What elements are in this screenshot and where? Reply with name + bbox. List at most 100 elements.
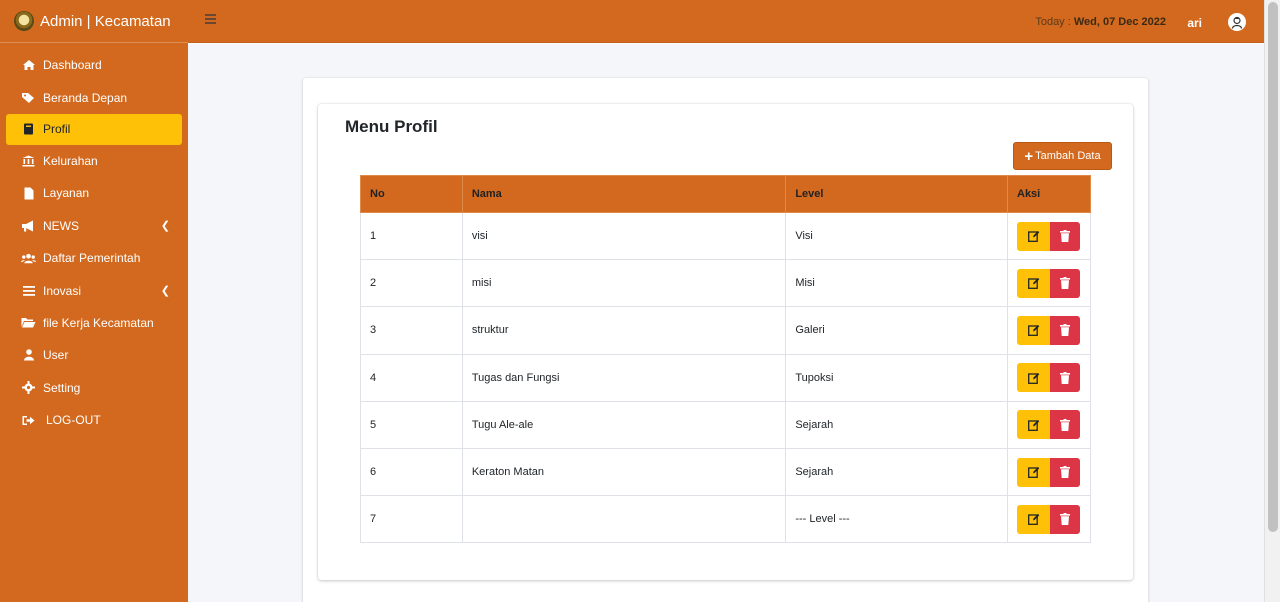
delete-button[interactable] — [1050, 457, 1080, 487]
sidebar-item-news[interactable]: NEWS ❮ — [0, 210, 188, 242]
user-avatar-icon[interactable] — [1228, 13, 1246, 31]
user-icon — [21, 349, 36, 361]
sidebar-item-setting[interactable]: Setting — [0, 372, 188, 404]
sidebar-item-label: Beranda Depan — [43, 90, 128, 105]
cell-actions — [1007, 211, 1091, 261]
sidebar-item-daftar-pemerintah[interactable]: Daftar Pemerintah — [0, 242, 188, 274]
cell-actions — [1007, 259, 1091, 308]
sidebar-item-label: Kelurahan — [43, 153, 98, 168]
sidebar-item-label: LOG-OUT — [46, 413, 101, 428]
edit-button[interactable] — [1017, 410, 1050, 440]
sidebar-item-user[interactable]: User — [0, 339, 188, 371]
sidebar-item-profil[interactable]: Profil — [6, 113, 182, 145]
edit-icon — [1027, 325, 1039, 337]
edit-icon — [1027, 231, 1039, 243]
tags-icon — [21, 92, 36, 104]
today-value: Wed, 07 Dec 2022 — [1073, 16, 1166, 28]
cell-nama — [461, 495, 787, 544]
sidebar-item-label: file Kerja Kecamatan — [43, 315, 154, 330]
add-data-label: Tambah Data — [1035, 150, 1101, 162]
sidebar-item-logout[interactable]: LOG-OUT — [0, 404, 188, 436]
cell-no: 7 — [360, 495, 463, 544]
sign-out-icon — [21, 415, 36, 426]
trash-icon — [1060, 418, 1070, 431]
trash-icon — [1060, 324, 1070, 337]
column-header-no[interactable]: No — [360, 175, 463, 213]
sidebar-item-kelurahan[interactable]: Kelurahan — [0, 145, 188, 177]
sidebar-item-beranda-depan[interactable]: Beranda Depan — [0, 81, 188, 113]
cell-actions — [1007, 447, 1091, 497]
delete-button[interactable] — [1050, 315, 1080, 345]
sidebar-item-inovasi[interactable]: Inovasi ❮ — [0, 274, 188, 306]
edit-button[interactable] — [1017, 221, 1050, 251]
delete-button[interactable] — [1050, 221, 1080, 251]
chevron-left-icon: ❮ — [160, 285, 170, 298]
book-icon — [21, 123, 36, 135]
cell-no: 2 — [360, 259, 463, 308]
edit-button[interactable] — [1017, 268, 1050, 298]
edit-icon — [1027, 514, 1039, 526]
page-title: Menu Profil — [345, 117, 438, 136]
delete-button[interactable] — [1050, 504, 1080, 534]
cell-level: Misi — [785, 259, 1008, 308]
folder-open-icon — [21, 317, 36, 328]
sidebar-item-dashboard[interactable]: Dashboard — [0, 49, 188, 81]
cell-no: 4 — [360, 353, 463, 402]
sidebar-item-label: Inovasi — [43, 283, 82, 298]
edit-button[interactable] — [1017, 315, 1050, 345]
today-date: Today : Wed, 07 Dec 2022 — [1035, 16, 1166, 28]
brand[interactable]: Admin | Kecamatan — [0, 0, 188, 43]
add-data-button[interactable]: + Tambah Data — [1013, 142, 1112, 170]
cell-no: 1 — [360, 211, 463, 261]
edit-button[interactable] — [1017, 457, 1050, 487]
landmark-icon — [21, 155, 36, 167]
column-header-level[interactable]: Level — [785, 175, 1008, 213]
cell-level: Tupoksi — [785, 353, 1008, 402]
scrollbar-thumb[interactable] — [1268, 2, 1278, 532]
trash-icon — [1060, 230, 1070, 243]
content-area: Menu Profil + Tambah Data No Nama Level … — [188, 44, 1264, 602]
edit-icon — [1027, 278, 1039, 290]
sidebar-item-layanan[interactable]: Layanan — [0, 177, 188, 209]
vertical-scrollbar[interactable] — [1264, 0, 1280, 602]
trash-icon — [1060, 513, 1070, 526]
sidebar-item-label: User — [43, 348, 69, 363]
sidebar-item-file-kerja-kecamatan[interactable]: file Kerja Kecamatan — [0, 307, 188, 339]
delete-button[interactable] — [1050, 410, 1080, 440]
trash-icon — [1060, 466, 1070, 479]
outer-card: Menu Profil + Tambah Data No Nama Level … — [303, 78, 1148, 602]
cell-level: Sejarah — [785, 447, 1008, 497]
cell-nama: visi — [461, 211, 787, 261]
edit-button[interactable] — [1017, 504, 1050, 534]
column-header-nama[interactable]: Nama — [461, 175, 787, 213]
delete-button[interactable] — [1050, 268, 1080, 298]
table-row: 7 --- Level --- — [360, 495, 1091, 544]
table-row: 3 struktur Galeri — [360, 306, 1091, 355]
cell-nama: misi — [461, 259, 787, 308]
edit-icon — [1027, 467, 1039, 478]
column-header-aksi: Aksi — [1007, 175, 1091, 213]
bullhorn-icon — [21, 220, 36, 232]
table-header-row: No Nama Level Aksi — [360, 175, 1091, 213]
top-navbar: Today : Wed, 07 Dec 2022 ari — [188, 0, 1264, 43]
cell-no: 6 — [360, 447, 463, 497]
edit-button[interactable] — [1017, 363, 1050, 393]
trash-icon — [1060, 277, 1070, 290]
table-row: 4 Tugas dan Fungsi Tupoksi — [360, 353, 1091, 402]
edit-icon — [1027, 419, 1039, 431]
cell-actions — [1007, 353, 1091, 402]
sidebar-item-label: Dashboard — [43, 58, 102, 73]
trash-icon — [1060, 371, 1070, 384]
delete-button[interactable] — [1050, 363, 1080, 393]
table-row: 5 Tugu Ale-ale Sejarah — [360, 400, 1091, 449]
sidebar-item-label: Daftar Pemerintah — [43, 251, 141, 266]
sidebar: Admin | Kecamatan Dashboard Beranda Depa… — [0, 0, 188, 602]
cell-actions — [1007, 495, 1091, 544]
username[interactable]: ari — [1187, 16, 1202, 30]
cell-level: --- Level --- — [785, 495, 1008, 544]
cell-no: 5 — [360, 400, 463, 449]
sidebar-menu: Dashboard Beranda Depan Profil Kelurahan… — [0, 43, 188, 436]
profil-table: No Nama Level Aksi 1 visi Visi 2 misi Mi… — [360, 175, 1091, 544]
menu-toggle-icon[interactable] — [205, 14, 216, 24]
gear-icon — [21, 381, 36, 395]
